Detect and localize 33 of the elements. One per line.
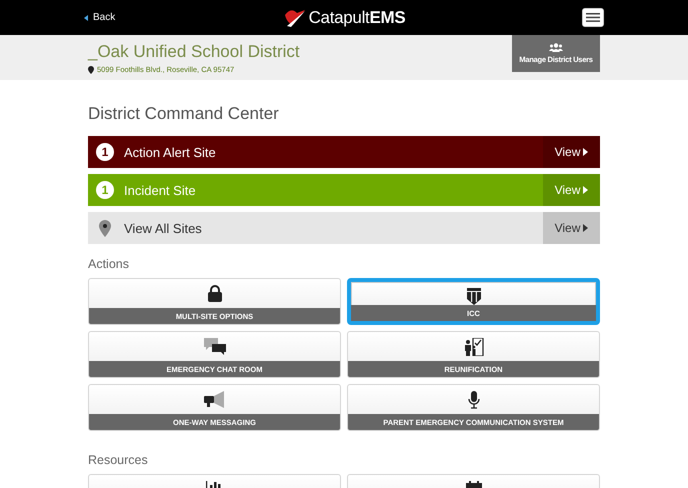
location-icon <box>99 220 111 236</box>
site-label: Incident Site <box>124 182 197 198</box>
back-link[interactable]: Back <box>84 12 204 23</box>
view-button[interactable]: View <box>543 174 600 206</box>
caret-icon <box>583 224 588 232</box>
count-badge: 1 <box>96 181 114 199</box>
site-bar[interactable]: 1 Action Alert Site View <box>88 136 600 168</box>
users-icon <box>549 43 563 52</box>
shield-icon <box>466 288 480 305</box>
logo-text: CatapultEMS <box>308 8 406 28</box>
caret-icon <box>583 148 588 156</box>
view-button[interactable]: View <box>543 136 600 168</box>
site-label: Action Alert Site <box>124 144 217 160</box>
view-button[interactable]: View <box>543 212 600 244</box>
site-bar[interactable]: 1 Incident Site View <box>88 174 600 206</box>
calendar-icon <box>466 481 482 488</box>
lock-icon <box>208 285 222 302</box>
section-heading: Resources <box>88 453 149 467</box>
count-badge: 1 <box>96 143 114 161</box>
site-label: View All Sites <box>124 220 203 236</box>
chart-icon <box>206 481 224 488</box>
district-name: _Oak Unified School District <box>88 42 300 62</box>
family-icon <box>464 338 484 356</box>
microphone-icon <box>468 391 480 409</box>
menu-icon <box>586 13 600 22</box>
location-icon <box>88 66 94 74</box>
site-bar[interactable]: View All Sites View <box>88 212 600 244</box>
chat-icon <box>204 338 226 356</box>
megaphone-icon <box>204 391 226 408</box>
section-heading: Actions <box>88 257 130 271</box>
caret-icon <box>583 186 588 194</box>
page-title: District Command Center <box>88 104 280 124</box>
menu-button[interactable] <box>582 8 604 27</box>
